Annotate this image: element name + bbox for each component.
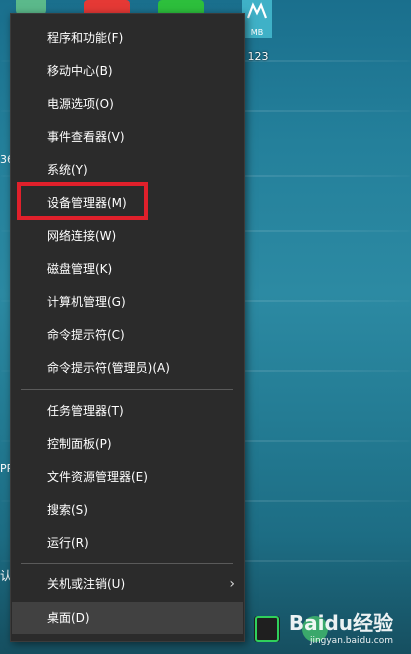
menu-separator bbox=[21, 389, 233, 390]
desktop-icon-mb[interactable]: MB 123 bbox=[242, 0, 274, 63]
menu-item-task-manager[interactable]: 任务管理器(T) bbox=[12, 395, 243, 427]
annotation-highlight-box bbox=[17, 182, 148, 220]
menu-item-label: 系统(Y) bbox=[47, 163, 88, 177]
menu-item-label: 控制面板(P) bbox=[47, 437, 112, 451]
menu-item-label: 任务管理器(T) bbox=[47, 404, 124, 418]
menu-item-label: 移动中心(B) bbox=[47, 64, 113, 78]
menu-item-mobility-center[interactable]: 移动中心(B) bbox=[12, 55, 243, 87]
mb-icon-text: MB bbox=[250, 28, 264, 37]
menu-item-power-options[interactable]: 电源选项(O) bbox=[12, 88, 243, 120]
menu-item-search[interactable]: 搜索(S) bbox=[12, 494, 243, 526]
menu-item-label: 计算机管理(G) bbox=[47, 295, 126, 309]
menu-item-label: 事件查看器(V) bbox=[47, 130, 125, 144]
menu-item-file-explorer[interactable]: 文件资源管理器(E) bbox=[12, 461, 243, 493]
menu-item-run[interactable]: 运行(R) bbox=[12, 527, 243, 559]
chevron-right-icon: › bbox=[229, 576, 235, 592]
menu-item-label: 网络连接(W) bbox=[47, 229, 117, 243]
menu-item-event-viewer[interactable]: 事件查看器(V) bbox=[12, 121, 243, 153]
watermark-logo-text: Baidu经验 bbox=[288, 611, 393, 635]
menu-item-label: 命令提示符(C) bbox=[47, 328, 125, 342]
menu-item-control-panel[interactable]: 控制面板(P) bbox=[12, 428, 243, 460]
menu-item-label: 运行(R) bbox=[47, 536, 89, 550]
menu-item-command-prompt-admin[interactable]: 命令提示符(管理员)(A) bbox=[12, 352, 243, 384]
menu-item-shutdown-signout[interactable]: 关机或注销(U) › bbox=[12, 568, 243, 600]
menu-item-desktop[interactable]: 桌面(D) bbox=[12, 602, 243, 634]
menu-separator bbox=[21, 563, 233, 564]
taskbar-iqiyi-icon[interactable] bbox=[255, 616, 279, 642]
menu-item-label: 桌面(D) bbox=[47, 611, 90, 625]
watermark-url: jingyan.baidu.com bbox=[309, 636, 393, 646]
menu-item-disk-management[interactable]: 磁盘管理(K) bbox=[12, 253, 243, 285]
winx-context-menu: 程序和功能(F) 移动中心(B) 电源选项(O) 事件查看器(V) 系统(Y) … bbox=[10, 13, 245, 642]
menu-item-label: 电源选项(O) bbox=[47, 97, 114, 111]
menu-item-network-connections[interactable]: 网络连接(W) bbox=[12, 220, 243, 252]
baidu-watermark: Baidu经验 jingyan.baidu.com bbox=[289, 607, 393, 646]
menu-item-label: 程序和功能(F) bbox=[47, 31, 124, 45]
mb-icon-name: 123 bbox=[247, 50, 269, 63]
mb-app-icon: MB bbox=[242, 0, 272, 38]
menu-item-label: 命令提示符(管理员)(A) bbox=[47, 361, 170, 375]
menu-item-label: 搜索(S) bbox=[47, 503, 88, 517]
menu-item-computer-management[interactable]: 计算机管理(G) bbox=[12, 286, 243, 318]
menu-item-label: 关机或注销(U) bbox=[47, 577, 126, 591]
menu-item-label: 文件资源管理器(E) bbox=[47, 470, 148, 484]
menu-item-command-prompt[interactable]: 命令提示符(C) bbox=[12, 319, 243, 351]
menu-item-label: 磁盘管理(K) bbox=[47, 262, 113, 276]
menu-item-programs-features[interactable]: 程序和功能(F) bbox=[12, 22, 243, 54]
